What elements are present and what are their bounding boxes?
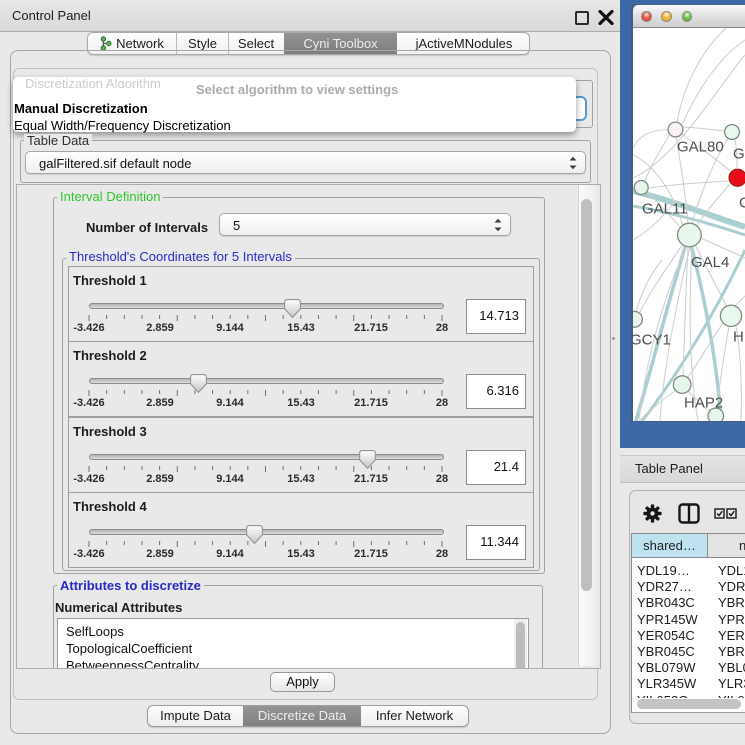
svg-text:HAP2: HAP2	[684, 395, 723, 412]
svg-text:GCY1: GCY1	[633, 332, 671, 349]
svg-text:GAL11: GAL11	[642, 201, 688, 218]
svg-text:C: C	[739, 195, 745, 212]
svg-text:G.: G.	[733, 146, 745, 163]
svg-text:H: H	[733, 329, 744, 346]
svg-text:GAL80: GAL80	[677, 139, 724, 156]
svg-text:GAL4: GAL4	[691, 254, 729, 271]
